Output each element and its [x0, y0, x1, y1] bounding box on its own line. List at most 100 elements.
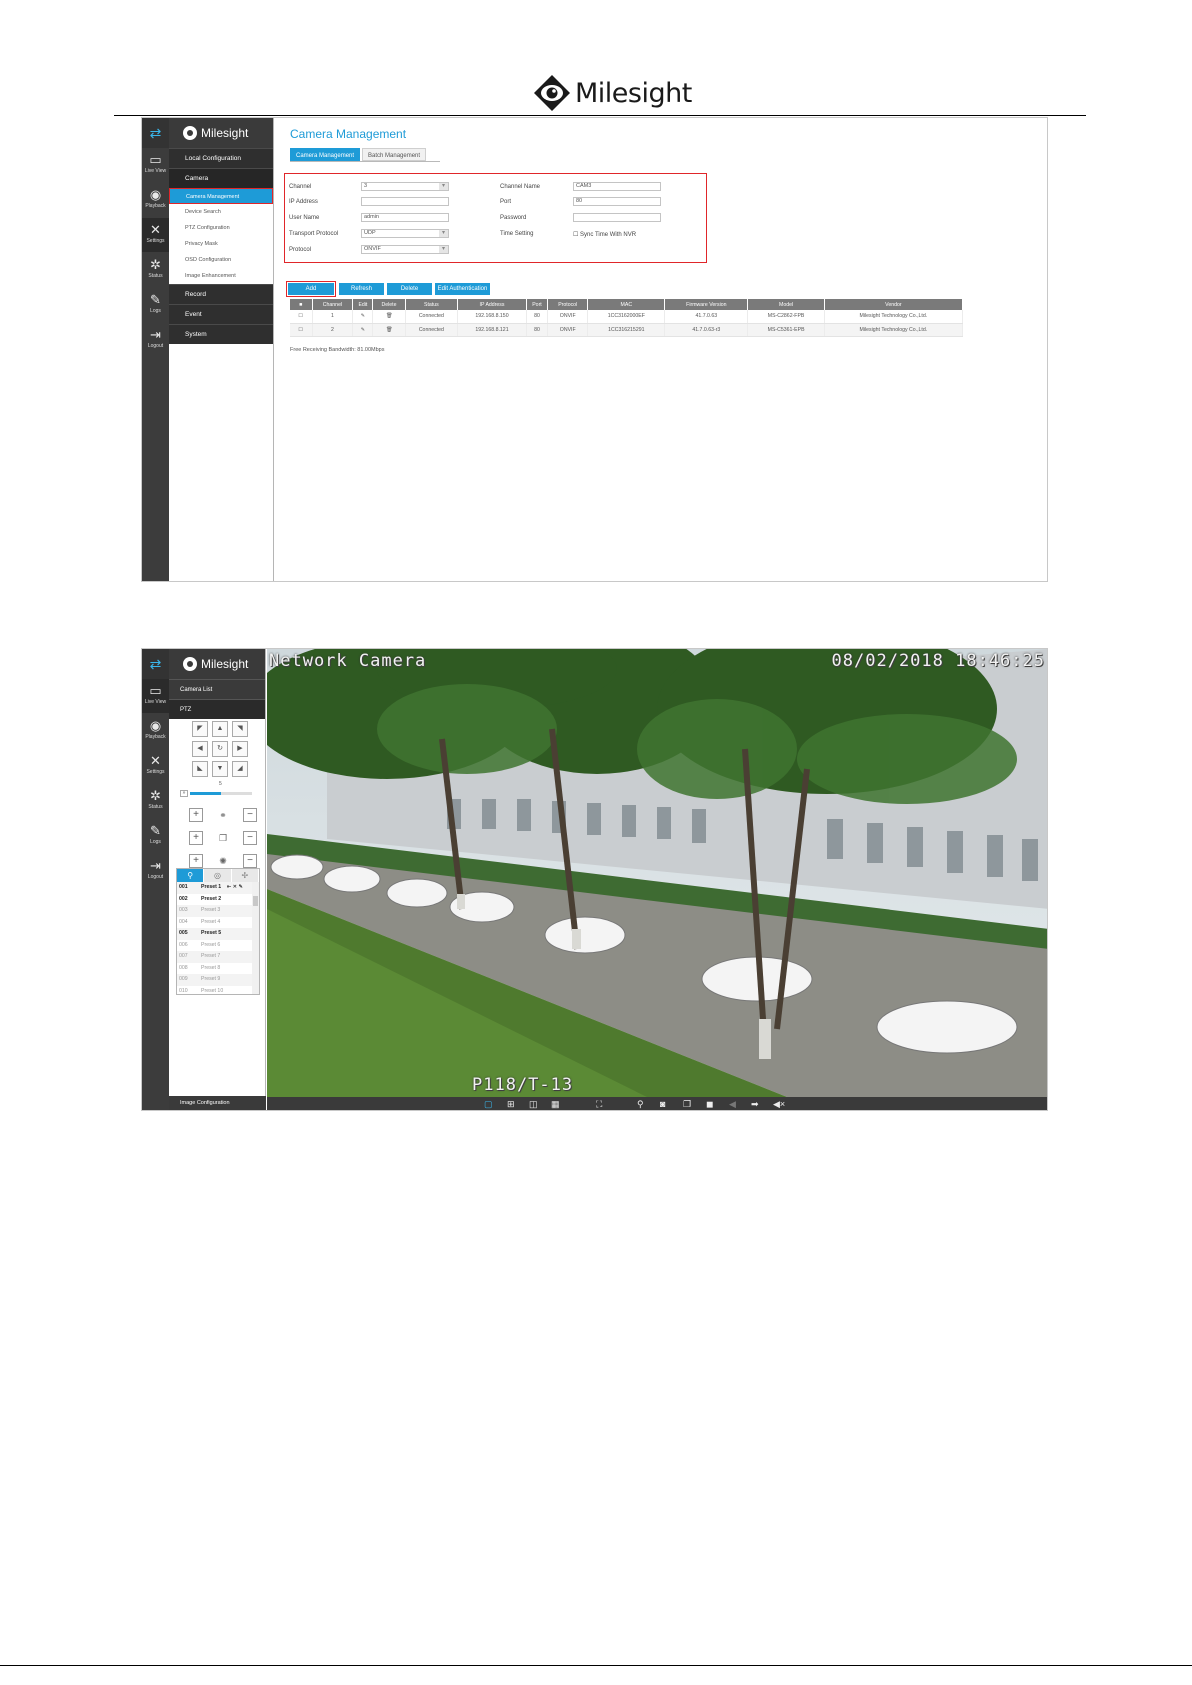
menu-system[interactable]: System — [169, 324, 273, 344]
nav-live-view[interactable]: ▭ Live View — [142, 679, 169, 713]
nav-playback[interactable]: ◉ Playback — [142, 714, 169, 748]
zoom-in-button[interactable]: + — [189, 808, 203, 822]
protocol-select[interactable]: ONVIF — [361, 245, 449, 254]
ip-address-field[interactable] — [361, 197, 449, 206]
mute-icon[interactable]: ◀× — [773, 1099, 785, 1110]
switch-icon[interactable]: ⇄ — [142, 649, 169, 679]
ptz-up-right-button[interactable]: ◥ — [232, 721, 248, 737]
switch-icon[interactable]: ⇄ — [142, 118, 169, 148]
nav-status[interactable]: ✲ Status — [142, 253, 169, 287]
preset-row[interactable]: 006 Preset 6 — [177, 940, 259, 952]
col-status[interactable]: Status — [405, 299, 459, 310]
layout-1-icon[interactable]: ▢ — [484, 1099, 493, 1110]
table-row[interactable]: ☐ 1 ✎ 🗑 Connected 192.168.8.150 80 ONVIF… — [290, 310, 964, 324]
image-configuration[interactable]: Image Configuration — [169, 1096, 266, 1110]
nav-playback[interactable]: ◉ Playback — [142, 183, 169, 217]
ptz-down-button[interactable]: ▼ — [212, 761, 228, 777]
nav-logout[interactable]: ⇥ Logout — [142, 323, 169, 357]
menu-event[interactable]: Event — [169, 304, 273, 324]
next-icon[interactable]: ➡ — [751, 1099, 759, 1110]
menu-record[interactable]: Record — [169, 284, 273, 304]
row-checkbox[interactable]: ☐ — [290, 323, 313, 337]
iris-open-button[interactable]: + — [189, 854, 203, 868]
tab-batch-management[interactable]: Batch Management — [362, 148, 427, 161]
delete-button[interactable]: Delete — [387, 283, 432, 295]
ptz-down-left-button[interactable]: ◣ — [192, 761, 208, 777]
ptz-auto-scan-button[interactable]: ↻ — [212, 741, 228, 757]
table-row[interactable]: ☐ 2 ✎ 🗑 Connected 192.168.8.121 80 ONVIF… — [290, 323, 964, 337]
col-ip-address[interactable]: IP Address — [457, 299, 527, 310]
nav-logs[interactable]: ✎ Logs — [142, 819, 169, 853]
menu-image-enhancement[interactable]: Image Enhancement — [169, 268, 273, 284]
ptz-left-button[interactable]: ◀ — [192, 741, 208, 757]
col-firmware-version[interactable]: Firmware Version — [664, 299, 749, 310]
preset-row[interactable]: 010 Preset 10 — [177, 986, 259, 998]
port-field[interactable]: 80 — [573, 197, 661, 206]
col-channel[interactable]: Channel — [312, 299, 354, 310]
select-all-checkbox[interactable]: ■ — [290, 299, 313, 310]
layout-6-icon[interactable]: ◫ — [529, 1099, 538, 1110]
sync-time-checkbox[interactable]: ☐ Sync Time With NVR — [573, 231, 636, 238]
layout-4-icon[interactable]: ⊞ — [507, 1099, 515, 1110]
channel-select[interactable]: 3 — [361, 182, 449, 191]
ptz-up-button[interactable]: ▲ — [212, 721, 228, 737]
nav-settings[interactable]: ✕ Settings — [142, 749, 169, 783]
preset-row[interactable]: 002 Preset 2 — [177, 894, 259, 906]
previous-icon[interactable]: ◀ — [729, 1099, 736, 1110]
refresh-button[interactable]: Refresh — [339, 283, 384, 295]
layout-9-icon[interactable]: ▦ — [551, 1099, 560, 1110]
menu-device-search[interactable]: Device Search — [169, 204, 273, 220]
nav-logs[interactable]: ✎ Logs — [142, 288, 169, 322]
record-icon[interactable]: ◼ — [706, 1099, 713, 1110]
preset-row[interactable]: 001 Preset 1 ⇤ ✕ ✎ — [177, 882, 259, 894]
col-model[interactable]: Model — [747, 299, 825, 310]
nav-settings[interactable]: ✕ Settings — [142, 218, 169, 252]
multi-snapshot-icon[interactable]: ❐ — [683, 1099, 691, 1110]
preset-row[interactable]: 004 Preset 4 — [177, 917, 259, 929]
preset-row[interactable]: 003 Preset 3 — [177, 905, 259, 917]
menu-privacy-mask[interactable]: Privacy Mask — [169, 236, 273, 252]
preset-scrollbar[interactable] — [252, 882, 259, 994]
menu-camera-management[interactable]: Camera Management — [169, 188, 273, 204]
focus-out-button[interactable]: − — [243, 831, 257, 845]
menu-local-configuration[interactable]: Local Configuration — [169, 148, 273, 168]
add-button[interactable]: Add — [288, 283, 334, 295]
tab-pattern[interactable]: ✢ — [231, 869, 259, 882]
preset-row[interactable]: 008 Preset 8 — [177, 963, 259, 975]
menu-osd-configuration[interactable]: OSD Configuration — [169, 252, 273, 268]
focus-in-button[interactable]: + — [189, 831, 203, 845]
delete-icon[interactable]: 🗑 — [372, 323, 406, 337]
col-port[interactable]: Port — [526, 299, 549, 310]
transport-protocol-select[interactable]: UDP — [361, 229, 449, 238]
menu-ptz[interactable]: PTZ — [169, 699, 265, 719]
col-protocol[interactable]: Protocol — [547, 299, 589, 310]
preset-row[interactable]: 007 Preset 7 — [177, 951, 259, 963]
menu-camera[interactable]: Camera — [169, 168, 273, 188]
ptz-speed-slider[interactable]: » 5 — [180, 781, 252, 798]
menu-camera-list[interactable]: Camera List — [169, 679, 265, 699]
row-checkbox[interactable]: ☐ — [290, 310, 313, 324]
scrollbar-thumb[interactable] — [253, 896, 258, 906]
fullscreen-icon[interactable]: ⛶ — [596, 1099, 602, 1110]
channel-name-field[interactable]: CAM3 — [573, 182, 661, 191]
delete-icon[interactable]: 🗑 — [372, 310, 406, 324]
edit-authentication-button[interactable]: Edit Authentication — [435, 283, 490, 295]
ptz-right-button[interactable]: ▶ — [232, 741, 248, 757]
zoom-out-button[interactable]: − — [243, 808, 257, 822]
col-edit[interactable]: Edit — [352, 299, 374, 310]
tab-camera-management[interactable]: Camera Management — [290, 148, 361, 161]
preset-row[interactable]: 009 Preset 9 — [177, 974, 259, 986]
menu-ptz-configuration[interactable]: PTZ Configuration — [169, 220, 273, 236]
edit-icon[interactable]: ✎ — [352, 310, 374, 324]
col-vendor[interactable]: Vendor — [824, 299, 964, 310]
zoom-icon[interactable]: ⚲ — [637, 1099, 644, 1110]
snapshot-icon[interactable]: ◙ — [660, 1099, 665, 1110]
ptz-down-right-button[interactable]: ◢ — [232, 761, 248, 777]
password-field[interactable] — [573, 213, 661, 222]
nav-status[interactable]: ✲ Status — [142, 784, 169, 818]
edit-icon[interactable]: ✎ — [352, 323, 374, 337]
tab-patrol[interactable]: ◎ — [204, 869, 232, 882]
tab-preset[interactable]: ⚲ — [177, 869, 205, 882]
camera-video-feed[interactable]: Network Camera 08/02/2018 18:46:25 P118/… — [267, 649, 1047, 1097]
preset-actions-icon[interactable]: ⇤ ✕ ✎ — [227, 882, 243, 894]
